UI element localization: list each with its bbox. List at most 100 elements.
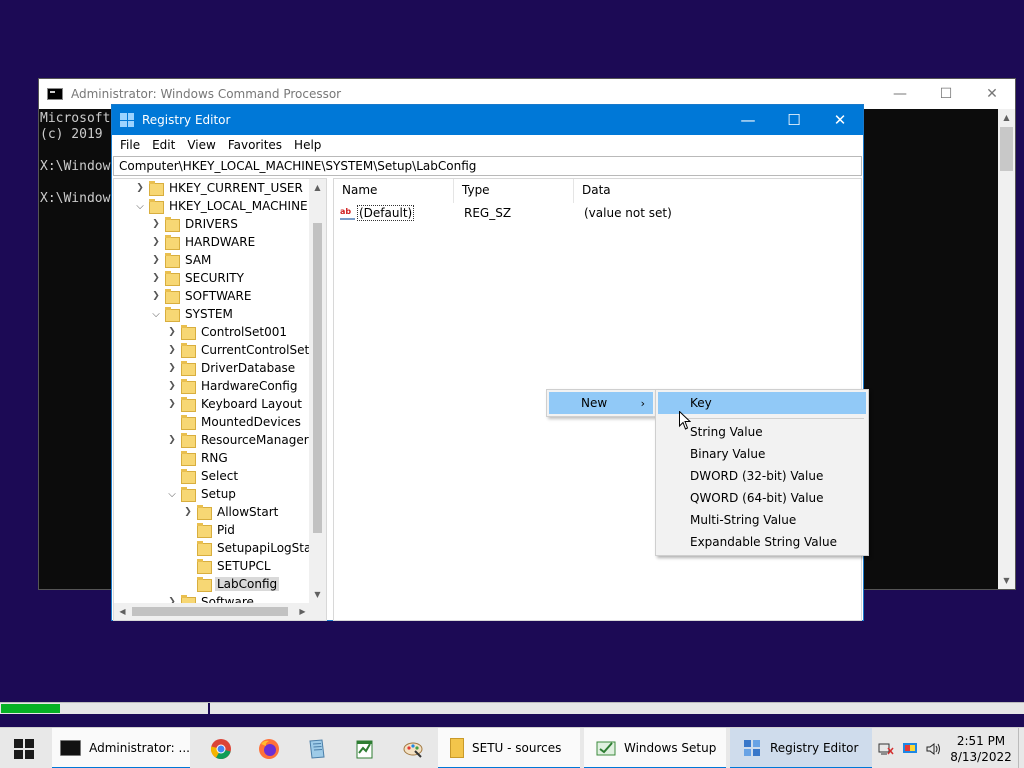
close-button[interactable]: ✕ (969, 79, 1015, 109)
cmd-scrollbar[interactable]: ▲ ▼ (998, 109, 1015, 589)
display-icon[interactable] (900, 739, 920, 759)
scroll-up-icon[interactable]: ▲ (998, 109, 1015, 126)
tree-node[interactable]: ❯ AllowStart (182, 503, 280, 521)
menu-item-multi-string-value[interactable]: Multi-String Value (658, 509, 866, 531)
tree-vscrollbar[interactable]: ▲ ▼ (309, 179, 326, 603)
tree-hscrollbar[interactable]: ◀ ▶ (114, 603, 311, 620)
column-type[interactable]: Type (454, 179, 574, 203)
tree-node[interactable]: ❯ HKEY_CURRENT_USER (134, 179, 305, 197)
maximize-button[interactable]: ☐ (771, 105, 817, 135)
chevron-right-icon[interactable]: ❯ (166, 359, 178, 377)
tree-node[interactable]: ❯ Keyboard Layout (166, 395, 304, 413)
scroll-corner (309, 603, 326, 620)
menu-item-expandable-string-value[interactable]: Expandable String Value (658, 531, 866, 553)
chevron-right-icon[interactable]: ❯ (150, 269, 162, 287)
chevron-down-icon[interactable]: ⌵ (150, 305, 162, 323)
taskbar-pin-notepad[interactable] (293, 728, 341, 768)
menu-favorites[interactable]: Favorites (222, 138, 288, 152)
chevron-right-icon[interactable]: ❯ (182, 503, 194, 521)
column-name[interactable]: Name (334, 179, 454, 203)
taskbar-pin-chrome[interactable] (197, 728, 245, 768)
tree-node[interactable]: ❯ SOFTWARE (150, 287, 253, 305)
chevron-right-icon[interactable]: ❯ (150, 215, 162, 233)
network-icon[interactable] (876, 739, 896, 759)
scroll-thumb[interactable] (1000, 127, 1013, 171)
menu-edit[interactable]: Edit (146, 138, 181, 152)
tree-node[interactable]: Pid (182, 521, 237, 539)
start-button[interactable] (0, 728, 48, 768)
menu-bar: File Edit View Favorites Help (112, 135, 863, 155)
chevron-right-icon[interactable]: ❯ (166, 323, 178, 341)
menu-help[interactable]: Help (288, 138, 327, 152)
chevron-right-icon[interactable]: ❯ (150, 287, 162, 305)
tree-node[interactable]: ⌵ Setup (166, 485, 238, 503)
maximize-button[interactable]: ☐ (923, 79, 969, 109)
scroll-thumb[interactable] (313, 223, 322, 533)
menu-separator (686, 418, 864, 419)
menu-item-new[interactable]: New › (549, 392, 653, 414)
tree-node[interactable]: ❯ DRIVERS (150, 215, 240, 233)
minimize-button[interactable]: — (877, 79, 923, 109)
tree-node[interactable]: RNG (166, 449, 230, 467)
setup-icon (596, 741, 616, 755)
chevron-right-icon[interactable]: ❯ (166, 341, 178, 359)
tree-node[interactable]: SetupapiLogStatu (182, 539, 326, 557)
scroll-down-icon[interactable]: ▼ (998, 572, 1015, 589)
menu-view[interactable]: View (181, 138, 221, 152)
menu-item-qword-value[interactable]: QWORD (64-bit) Value (658, 487, 866, 509)
value-data: (value not set) (584, 206, 672, 220)
close-button[interactable]: ✕ (817, 105, 863, 135)
folder-icon (450, 737, 464, 758)
menu-item-dword-value[interactable]: DWORD (32-bit) Value (658, 465, 866, 487)
scroll-left-icon[interactable]: ◀ (114, 603, 131, 620)
chevron-right-icon[interactable]: ❯ (166, 377, 178, 395)
value-row[interactable]: ab (Default) REG_SZ (value not set) (334, 203, 861, 223)
chevron-right-icon[interactable]: ❯ (166, 431, 178, 449)
tree-node[interactable]: MountedDevices (166, 413, 303, 431)
chevron-down-icon[interactable]: ⌵ (134, 197, 146, 215)
tree-node[interactable]: ❯ SECURITY (150, 269, 246, 287)
tree-node[interactable]: LabConfig (182, 575, 280, 593)
tree-node-label: DRIVERS (185, 217, 238, 231)
taskbar-button-windows-setup[interactable]: Windows Setup (584, 728, 726, 768)
scroll-thumb[interactable] (132, 607, 288, 616)
taskbar-button-explorer[interactable]: SETU - sources (438, 728, 580, 768)
tree-node[interactable]: ❯ SAM (150, 251, 213, 269)
volume-icon[interactable] (924, 739, 944, 759)
scroll-down-icon[interactable]: ▼ (309, 586, 326, 603)
tree-node[interactable]: ❯ DriverDatabase (166, 359, 297, 377)
chevron-down-icon[interactable]: ⌵ (166, 485, 178, 503)
regedit-titlebar[interactable]: Registry Editor — ☐ ✕ (112, 105, 863, 135)
tree-node[interactable]: ❯ HardwareConfig (166, 377, 299, 395)
system-tray: 2:51 PM 8/13/2022 (876, 728, 1024, 768)
taskbar-button-cmd[interactable]: Administrator: ... (52, 728, 190, 768)
show-desktop-button[interactable] (1018, 728, 1024, 768)
tree-node[interactable]: ⌵ HKEY_LOCAL_MACHINE (134, 197, 310, 215)
menu-file[interactable]: File (114, 138, 146, 152)
chevron-right-icon[interactable]: ❯ (150, 233, 162, 251)
address-bar[interactable]: Computer\HKEY_LOCAL_MACHINE\SYSTEM\Setup… (113, 156, 862, 176)
tree-node[interactable]: ❯ ResourceManager (166, 431, 311, 449)
taskbar-button-regedit[interactable]: Registry Editor (730, 728, 872, 768)
chevron-right-icon[interactable]: ❯ (150, 251, 162, 269)
menu-item-binary-value[interactable]: Binary Value (658, 443, 866, 465)
chevron-right-icon[interactable]: ❯ (134, 179, 146, 197)
tree-node[interactable]: SETUPCL (182, 557, 273, 575)
taskbar-pin-paint[interactable] (389, 728, 437, 768)
taskbar-pin-firefox[interactable] (245, 728, 293, 768)
clock[interactable]: 2:51 PM 8/13/2022 (948, 733, 1014, 765)
tree-node[interactable]: Select (166, 467, 240, 485)
scroll-up-icon[interactable]: ▲ (309, 179, 326, 196)
value-name: (Default) (357, 205, 415, 221)
taskbar-pin-spreadsheet[interactable] (341, 728, 389, 768)
tree-node[interactable]: ❯ ControlSet001 (166, 323, 289, 341)
registry-tree[interactable]: ❯ HKEY_CURRENT_USER ⌵ HKEY_LOCAL_MACHINE ❯ DR… (113, 178, 327, 621)
minimize-button[interactable]: — (725, 105, 771, 135)
chevron-right-icon[interactable]: ❯ (166, 395, 178, 413)
tree-node[interactable]: ❯ CurrentControlSet (166, 341, 311, 359)
column-data[interactable]: Data (574, 179, 694, 203)
tree-node[interactable]: ⌵ SYSTEM (150, 305, 235, 323)
tree-node[interactable]: ❯ HARDWARE (150, 233, 257, 251)
folder-icon (165, 307, 180, 322)
